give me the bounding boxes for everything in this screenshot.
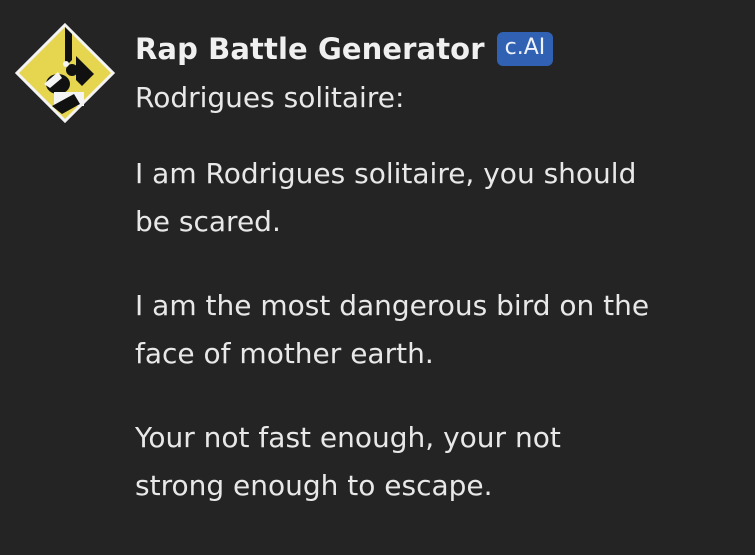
author-name[interactable]: Rap Battle Generator: [135, 32, 485, 66]
message-paragraph: Your not fast enough, your not strong en…: [135, 414, 740, 510]
avatar[interactable]: [14, 22, 116, 124]
speaker-line: Rodrigues solitaire:: [135, 81, 405, 114]
cai-badge: c.AI: [496, 32, 554, 66]
paragraph-line: Your not fast enough, your not: [135, 421, 561, 454]
paragraph-line: strong enough to escape.: [135, 469, 493, 502]
message-paragraph: I am the most dangerous bird on the face…: [135, 282, 740, 378]
paragraph-line: I am the most dangerous bird on the: [135, 289, 650, 322]
message-paragraph: I am Rodrigues solitaire, you should be …: [135, 150, 740, 246]
message-header: Rap Battle Generator c.AI: [135, 28, 740, 70]
chat-message: Rap Battle Generator c.AI Rodrigues soli…: [0, 0, 755, 555]
message-content: Rap Battle Generator c.AI Rodrigues soli…: [135, 28, 740, 510]
paragraph-line: I am Rodrigues solitaire, you should: [135, 157, 637, 190]
paragraph-line: be scared.: [135, 205, 281, 238]
paragraph-line: face of mother earth.: [135, 337, 434, 370]
bot-avatar-icon: [14, 22, 116, 124]
